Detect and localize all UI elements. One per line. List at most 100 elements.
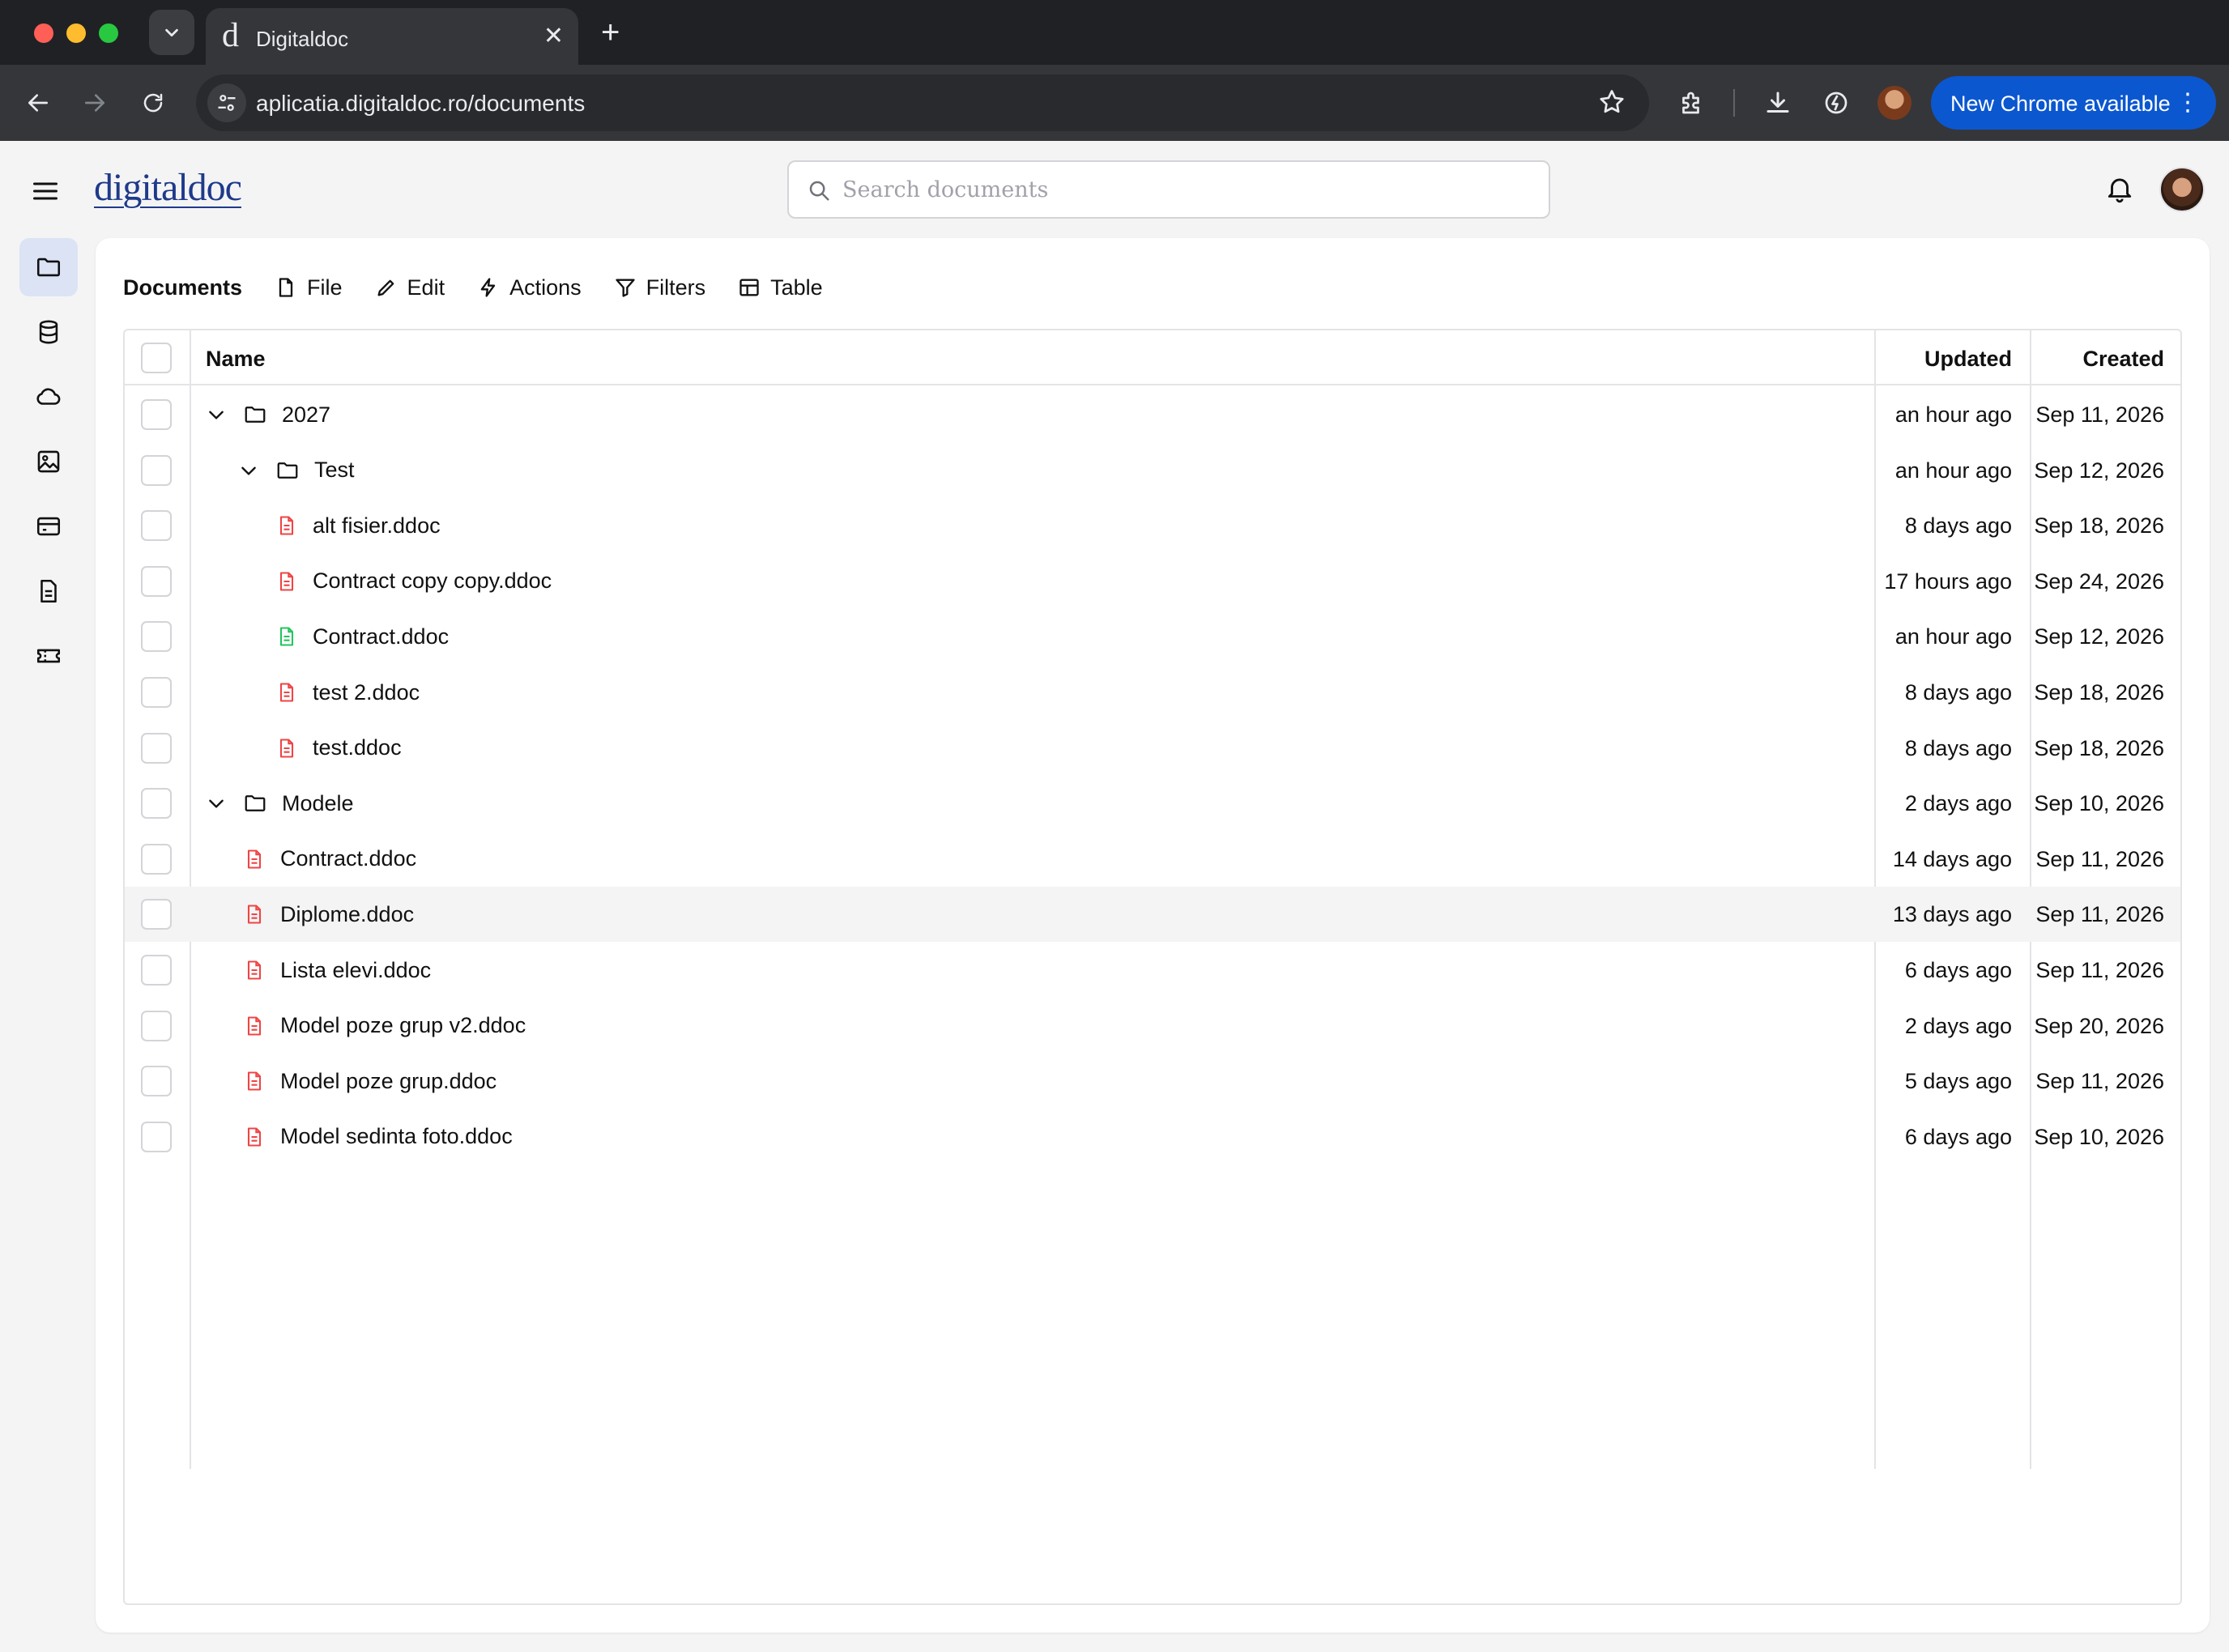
forward-button[interactable] bbox=[75, 83, 115, 123]
row-checkbox[interactable] bbox=[141, 399, 172, 430]
file-row[interactable]: Contract.ddoc an hour ago Sep 12, 2026 bbox=[125, 609, 2180, 664]
name-cell[interactable]: Lista elevi.ddoc bbox=[243, 943, 431, 998]
name-cell[interactable]: 2027 bbox=[206, 387, 330, 442]
name-cell[interactable]: Modele bbox=[206, 776, 354, 831]
performance-icon[interactable] bbox=[1818, 84, 1855, 121]
created-cell: Sep 11, 2026 bbox=[2035, 1069, 2164, 1094]
file-row[interactable]: Model sedinta foto.ddoc 6 days ago Sep 10,… bbox=[125, 1109, 2180, 1164]
site-info-button[interactable] bbox=[207, 83, 246, 122]
tab-search-button[interactable] bbox=[149, 10, 194, 55]
chevron-down-icon[interactable] bbox=[206, 793, 228, 814]
browser-tab[interactable]: d Digitaldoc ✕ bbox=[206, 8, 578, 65]
name-cell[interactable]: Contract.ddoc bbox=[275, 609, 449, 664]
menu-table[interactable]: Table bbox=[738, 275, 823, 300]
address-url[interactable]: aplicatia.digitaldoc.ro/documents bbox=[256, 91, 585, 117]
row-checkbox[interactable] bbox=[141, 955, 172, 986]
file-document-icon bbox=[243, 1015, 266, 1037]
nav-tickets[interactable] bbox=[19, 627, 78, 685]
created-cell: Sep 10, 2026 bbox=[2034, 791, 2164, 816]
extensions-icon[interactable] bbox=[1673, 84, 1711, 121]
file-row[interactable]: Diplome.ddoc 13 days ago Sep 11, 2026 bbox=[125, 887, 2180, 943]
tune-icon bbox=[218, 95, 236, 111]
file-row[interactable]: Model poze grup.ddoc 5 days ago Sep 11, 20… bbox=[125, 1054, 2180, 1109]
pencil-icon bbox=[377, 279, 394, 296]
file-row[interactable]: Lista elevi.ddoc 6 days ago Sep 11, 2026 bbox=[125, 943, 2180, 998]
row-checkbox[interactable] bbox=[141, 843, 172, 875]
search-box[interactable] bbox=[787, 160, 1550, 219]
nav-billing[interactable] bbox=[19, 497, 78, 556]
menu-filters[interactable]: Filters bbox=[614, 275, 705, 300]
bookmark-star-icon[interactable] bbox=[1597, 87, 1626, 121]
nav-documents[interactable] bbox=[19, 238, 78, 296]
file-row[interactable]: alt fisier.ddoc 8 days ago Sep 18, 2026 bbox=[125, 498, 2180, 553]
row-checkbox[interactable] bbox=[141, 454, 172, 486]
file-document-icon bbox=[243, 1126, 266, 1148]
file-document-icon bbox=[275, 625, 298, 648]
nav-images[interactable] bbox=[19, 432, 78, 491]
menu-icon[interactable] bbox=[31, 177, 60, 210]
row-checkbox[interactable] bbox=[141, 677, 172, 708]
chrome-profile-avatar[interactable] bbox=[1877, 86, 1911, 120]
tab-title: Digitaldoc bbox=[256, 27, 349, 51]
select-all-checkbox[interactable] bbox=[141, 343, 172, 373]
row-checkbox[interactable] bbox=[141, 510, 172, 542]
name-cell[interactable]: Model sedinta foto.ddoc bbox=[243, 1109, 513, 1164]
row-checkbox[interactable] bbox=[141, 788, 172, 820]
name-cell[interactable]: Model poze grup.ddoc bbox=[243, 1054, 497, 1109]
nav-database[interactable] bbox=[19, 303, 78, 361]
new-chrome-button[interactable]: New Chrome available ⋮ bbox=[1931, 76, 2216, 130]
item-name: Lista elevi.ddoc bbox=[280, 957, 432, 982]
nav-templates[interactable] bbox=[19, 562, 78, 620]
folder-row[interactable]: Modele 2 days ago Sep 10, 2026 bbox=[125, 776, 2180, 831]
downloads-icon[interactable] bbox=[1759, 84, 1796, 121]
row-checkbox[interactable] bbox=[141, 1121, 172, 1152]
name-cell[interactable]: test 2.ddoc bbox=[275, 665, 420, 720]
name-cell[interactable]: alt fisier.ddoc bbox=[275, 498, 441, 553]
column-header-name[interactable]: Name bbox=[206, 347, 266, 372]
file-row[interactable]: Contract.ddoc 14 days ago Sep 11, 2026 bbox=[125, 832, 2180, 887]
tab-close-icon[interactable]: ✕ bbox=[543, 24, 564, 49]
window-close-button[interactable] bbox=[34, 23, 53, 43]
reload-button[interactable] bbox=[133, 83, 173, 123]
window-zoom-button[interactable] bbox=[99, 23, 118, 43]
search-input[interactable] bbox=[842, 173, 1523, 206]
back-button[interactable] bbox=[18, 83, 58, 123]
nav-cloud[interactable] bbox=[19, 368, 78, 426]
file-row[interactable]: Contract copy copy.ddoc 17 hours ago Sep 2… bbox=[125, 554, 2180, 609]
name-cell[interactable]: Contract.ddoc bbox=[243, 832, 416, 887]
menu-edit[interactable]: Edit bbox=[375, 275, 445, 300]
new-tab-button[interactable]: + bbox=[601, 13, 620, 52]
folder-row[interactable]: 2027 an hour ago Sep 11, 2026 bbox=[125, 387, 2180, 442]
app-logo[interactable]: digitaldoc bbox=[94, 165, 242, 210]
file-row[interactable]: test 2.ddoc 8 days ago Sep 18, 2026 bbox=[125, 665, 2180, 720]
item-name: Test bbox=[314, 458, 355, 483]
search-icon bbox=[807, 178, 831, 206]
row-checkbox[interactable] bbox=[141, 732, 172, 764]
user-avatar[interactable] bbox=[2159, 167, 2205, 212]
name-cell[interactable]: test.ddoc bbox=[275, 721, 402, 776]
column-header-updated[interactable]: Updated bbox=[1924, 347, 2012, 372]
menu-actions[interactable]: Actions bbox=[477, 275, 582, 300]
name-cell[interactable]: Diplome.ddoc bbox=[243, 887, 414, 942]
window-minimize-button[interactable] bbox=[66, 23, 86, 43]
chevron-down-icon[interactable] bbox=[238, 460, 261, 481]
column-header-created[interactable]: Created bbox=[2082, 347, 2164, 372]
created-cell: Sep 11, 2026 bbox=[2035, 402, 2164, 427]
row-checkbox[interactable] bbox=[141, 1010, 172, 1041]
name-cell[interactable]: Test bbox=[238, 443, 355, 498]
row-checkbox[interactable] bbox=[141, 899, 172, 930]
address-bar[interactable]: aplicatia.digitaldoc.ro/documents bbox=[196, 75, 1649, 131]
chevron-down-icon[interactable] bbox=[206, 404, 228, 425]
file-row[interactable]: Model poze grup v2.ddoc 2 days ago Sep 20,… bbox=[125, 998, 2180, 1054]
row-checkbox[interactable] bbox=[141, 621, 172, 653]
folder-row[interactable]: Test an hour ago Sep 12, 2026 bbox=[125, 443, 2180, 498]
documents-menu-bar: Documents File Edit Actions Filters Tabl… bbox=[123, 267, 855, 308]
notifications-bell-icon[interactable] bbox=[2104, 173, 2135, 208]
row-checkbox[interactable] bbox=[141, 1066, 172, 1097]
name-cell[interactable]: Model poze grup v2.ddoc bbox=[243, 998, 526, 1054]
row-checkbox[interactable] bbox=[141, 565, 172, 597]
name-cell[interactable]: Contract copy copy.ddoc bbox=[275, 554, 552, 609]
menu-file[interactable]: File bbox=[275, 275, 343, 300]
file-row[interactable]: test.ddoc 8 days ago Sep 18, 2026 bbox=[125, 721, 2180, 776]
file-icon bbox=[279, 278, 293, 297]
